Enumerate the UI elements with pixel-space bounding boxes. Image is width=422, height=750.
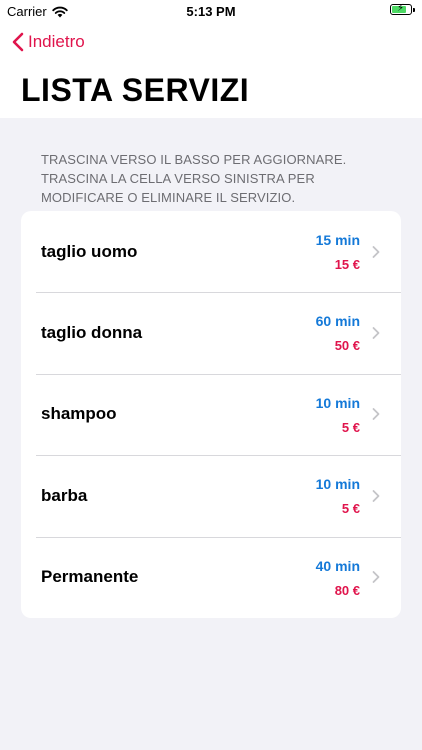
status-bar: Carrier 5:13 PM ⚡ — [0, 0, 422, 22]
service-price: 80 € — [334, 582, 360, 598]
service-duration: 10 min — [315, 476, 360, 493]
services-list: taglio uomo 15 min 15 € taglio donna 60 … — [21, 211, 401, 618]
instructions-label: TRASCINA VERSO IL BASSO PER AGGIORNARE. … — [41, 152, 347, 205]
chevron-right-icon — [372, 571, 380, 584]
service-name: Permanente — [41, 567, 139, 587]
service-duration: 40 min — [315, 557, 360, 574]
status-time: 5:13 PM — [186, 4, 236, 19]
service-name: taglio donna — [41, 323, 143, 343]
list-item[interactable]: taglio uomo 15 min 15 € — [21, 211, 401, 292]
list-item[interactable]: taglio donna 60 min 50 € — [21, 292, 401, 373]
service-name: taglio uomo — [41, 241, 138, 261]
service-price: 50 € — [334, 338, 360, 354]
battery-icon: ⚡ — [390, 3, 415, 15]
instructions-text: TRASCINA VERSO IL BASSO PER AGGIORNARE. … — [41, 150, 381, 207]
service-name: shampoo — [41, 404, 117, 424]
back-button[interactable]: Indietro — [12, 32, 85, 52]
chevron-right-icon — [372, 408, 380, 421]
chevron-right-icon — [372, 245, 380, 258]
chevron-left-icon — [12, 32, 24, 52]
chevron-right-icon — [372, 489, 380, 502]
list-item[interactable]: Permanente 40 min 80 € — [21, 536, 401, 618]
list-item[interactable]: shampoo 10 min 5 € — [21, 373, 401, 455]
service-price: 5 € — [341, 419, 360, 435]
service-duration: 60 min — [315, 313, 360, 330]
back-button-label: Indietro — [28, 32, 85, 51]
service-name: barba — [41, 485, 88, 505]
service-price: 15 € — [334, 257, 360, 272]
service-price: 5 € — [341, 501, 360, 517]
charging-bolt-icon: ⚡ — [397, 3, 405, 14]
list-item[interactable]: barba 10 min 5 € — [21, 455, 401, 536]
chevron-right-icon — [372, 327, 380, 339]
page-title: LISTA SERVIZI — [21, 72, 250, 108]
service-duration: 10 min — [315, 394, 360, 411]
service-duration: 15 min — [315, 232, 360, 248]
